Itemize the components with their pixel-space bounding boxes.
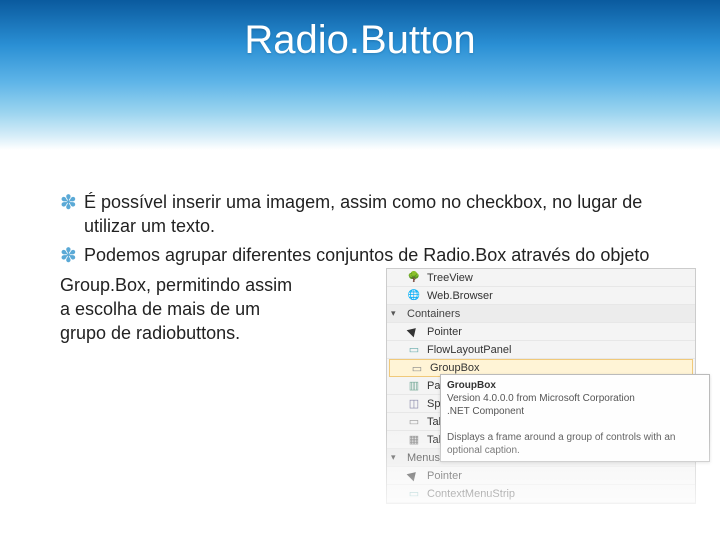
splitcontainer-icon [407, 397, 421, 411]
bullet-item: ✽ Podemos agrupar diferentes conjuntos d… [60, 243, 660, 269]
toolbox-item-label: TreeView [427, 272, 473, 284]
globe-icon [407, 289, 421, 303]
toolbox-item-pointer[interactable]: Pointer [387, 323, 695, 341]
toolbox-item-treeview[interactable]: TreeView [387, 269, 695, 287]
toolbox-item-label: Pointer [427, 326, 462, 338]
slide-title: Radio.Button [244, 18, 475, 63]
toolbox-item-contextmenustrip[interactable]: ContextMenuStrip [387, 485, 695, 503]
toolbox-item-webbrowser[interactable]: Web.Browser [387, 287, 695, 305]
tabcontrol-icon [407, 415, 421, 429]
toolbox-group-containers[interactable]: ▾ Containers [387, 305, 695, 323]
toolbox-item-flowlayoutpanel[interactable]: FlowLayoutPanel [387, 341, 695, 359]
slide-header: Radio.Button [0, 0, 720, 150]
toolbox-item-pointer[interactable]: Pointer [387, 467, 695, 485]
chevron-down-icon: ▾ [391, 452, 401, 463]
toolbox-item-label: Web.Browser [427, 290, 493, 302]
bullet-text: Podemos agrupar diferentes conjuntos de … [84, 243, 660, 269]
menu-icon [407, 487, 421, 501]
pointer-icon [407, 325, 421, 339]
flowlayout-icon [407, 343, 421, 357]
tooltip-line: Version 4.0.0.0 from Microsoft Corporati… [447, 392, 703, 405]
chevron-down-icon: ▾ [391, 308, 401, 319]
toolbox-item-label: FlowLayoutPanel [427, 344, 511, 356]
tooltip-line: Displays a frame around a group of contr… [447, 431, 703, 457]
bullet-item: ✽ É possível inserir uma imagem, assim c… [60, 190, 660, 239]
bullet-star-icon: ✽ [60, 190, 84, 239]
tablelayout-icon [407, 433, 421, 447]
tooltip-line: .NET Component [447, 405, 703, 418]
tooltip-groupbox: GroupBox Version 4.0.0.0 from Microsoft … [440, 374, 710, 462]
bullet-text: É possível inserir uma imagem, assim com… [84, 190, 660, 239]
pointer-icon [407, 469, 421, 483]
tree-icon [407, 271, 421, 285]
panel-icon [407, 379, 421, 393]
toolbox-item-label: GroupBox [430, 362, 480, 374]
toolbox-item-label: Pointer [427, 470, 462, 482]
bullet-star-icon: ✽ [60, 243, 84, 269]
groupbox-icon [410, 361, 424, 375]
toolbox-group-label: Containers [407, 308, 460, 320]
toolbox-item-label: ContextMenuStrip [427, 488, 515, 500]
tooltip-title: GroupBox [447, 379, 703, 392]
